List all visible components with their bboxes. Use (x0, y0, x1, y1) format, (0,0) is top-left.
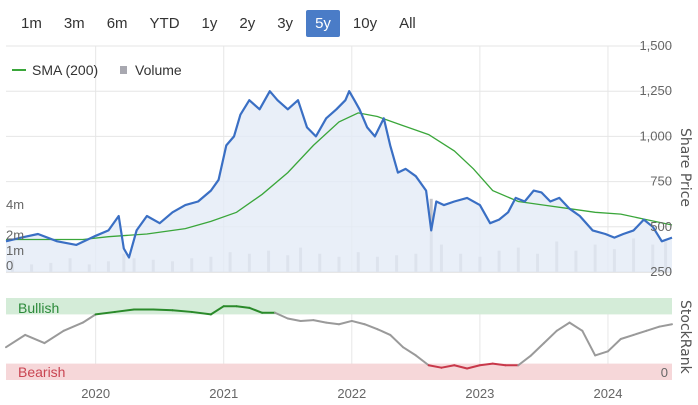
price-tick: 1,500 (639, 38, 672, 53)
stockrank-line (5, 305, 673, 370)
stockrank-panel: Bullish Bearish 100 0 StockRank (5, 298, 693, 380)
stockrank-segment (312, 319, 328, 324)
legend-item-volume[interactable]: Volume (135, 62, 182, 78)
stockrank-segment (619, 333, 635, 340)
stockrank-segment (594, 350, 609, 357)
stockrank-segment (62, 321, 84, 332)
stockrank-segment (325, 321, 340, 326)
rank-tick-bottom: 0 (661, 365, 668, 380)
x-tick: 2023 (465, 386, 494, 401)
stockrank-segment (568, 321, 584, 332)
stockrank-segment (299, 319, 315, 322)
stockrank-segment (43, 329, 65, 345)
price-tick: 750 (650, 174, 672, 189)
price-chart: 2505007501,0001,2501,500 01m2m4m SMA (20… (5, 38, 693, 401)
stockrank-segment (376, 328, 392, 336)
x-tick: 2020 (81, 386, 110, 401)
volume-tick: 1m (6, 243, 24, 258)
bullish-band (6, 298, 672, 315)
stockrank-segment (402, 346, 417, 357)
x-axis: 2020 2021 2022 2023 2024 (81, 386, 622, 401)
stockrank-segment (606, 338, 622, 353)
stockrank-segment (530, 342, 545, 357)
legend: SMA (200) Volume (12, 62, 182, 78)
stockrank-segment (81, 313, 97, 324)
price-tick: 1,250 (639, 83, 672, 98)
stockrank-segment (24, 333, 46, 345)
bearish-label: Bearish (18, 364, 65, 380)
legend-item-sma[interactable]: SMA (200) (32, 62, 98, 78)
stockrank-segment (389, 333, 405, 349)
stockrank-segment (152, 308, 174, 312)
stockrank-segment (286, 317, 302, 322)
stockrank-segment (542, 329, 558, 345)
stockrank-segment (350, 319, 366, 326)
x-tick: 2024 (594, 386, 623, 401)
stockrank-segment (645, 325, 661, 332)
volume-tick: 4m (6, 197, 24, 212)
volume-tick: 2m (6, 228, 24, 243)
stockrank-segment (581, 329, 597, 357)
stockrank-segment (5, 333, 27, 349)
x-tick: 2022 (337, 386, 366, 401)
stockrank-segment (658, 323, 673, 328)
stockrank-segment (363, 323, 379, 331)
bullish-label: Bullish (18, 300, 59, 316)
bearish-band (6, 363, 672, 380)
price-tick: 500 (650, 219, 672, 234)
stockrank-axis-title: StockRank (677, 300, 693, 375)
price-tick: 250 (650, 264, 672, 279)
price-tick: 1,000 (639, 128, 672, 143)
legend-swatch-volume (120, 66, 127, 74)
stockrank-segment (338, 319, 353, 326)
stockrank-segment (555, 321, 571, 332)
volume-tick: 0 (6, 258, 13, 273)
stockrank-segment (632, 329, 648, 336)
x-tick: 2021 (209, 386, 238, 401)
price-axis-title: Share Price (677, 128, 693, 207)
